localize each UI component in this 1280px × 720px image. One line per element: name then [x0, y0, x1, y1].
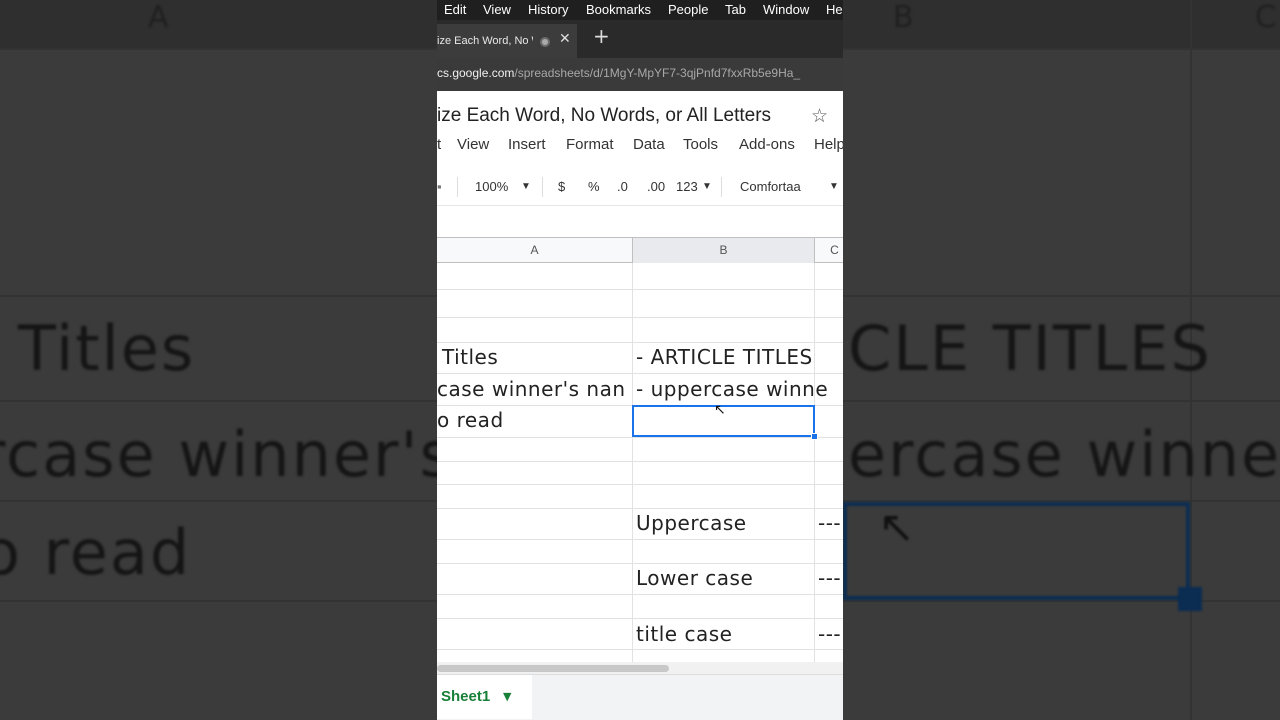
cell-a-winner[interactable]: case winner's nan — [437, 377, 632, 401]
sheet-tab[interactable]: Sheet1 ▼ — [437, 675, 532, 719]
grid-line — [437, 649, 843, 650]
cell-a-read[interactable]: o read — [437, 408, 504, 432]
bg-col-b-label: B — [893, 0, 914, 35]
cell-a-titles[interactable]: Titles — [442, 345, 498, 369]
url-path: /spreadsheets/d/1MgY-MpYF7-3qjPnfd7fxxRb… — [514, 66, 801, 80]
bg-text-article-titles: CLE TITLES — [848, 312, 1212, 385]
toolbar-divider — [721, 177, 722, 197]
recording-dot-icon — [540, 37, 550, 47]
sheet-tab-bar: Sheet1 ▼ — [437, 674, 843, 720]
bg-text-titles: Titles — [18, 312, 196, 385]
formula-bar[interactable] — [437, 205, 843, 237]
grid-line — [437, 342, 843, 343]
tab-title: ize Each Word, No W — [437, 35, 533, 47]
star-icon[interactable]: ☆ — [811, 105, 828, 127]
browser-window: Edit View History Bookmarks People Tab W… — [437, 0, 843, 720]
zoom-select[interactable]: 100% — [475, 179, 508, 194]
grid-line — [437, 539, 843, 540]
doc-menu-bar: t View Insert Format Data Tools Add-ons … — [437, 136, 843, 156]
more-formats-select[interactable]: 123 — [676, 179, 698, 194]
toolbar-divider — [457, 177, 458, 197]
chevron-down-icon[interactable]: ▼ — [702, 181, 712, 192]
doc-menu-insert[interactable]: Insert — [508, 136, 546, 153]
new-tab-icon[interactable]: + — [593, 24, 610, 48]
menu-history[interactable]: History — [528, 2, 568, 17]
percent-format-button[interactable]: % — [588, 179, 600, 194]
cell-b-lowercase[interactable]: Lower case — [636, 566, 753, 590]
os-menu-bar: Edit View History Bookmarks People Tab W… — [437, 0, 843, 20]
doc-menu-addons[interactable]: Add-ons — [739, 136, 795, 153]
fill-handle[interactable] — [811, 433, 818, 440]
menu-window[interactable]: Window — [763, 2, 809, 17]
menu-view[interactable]: View — [483, 2, 511, 17]
grid-line — [437, 373, 843, 374]
column-header-c[interactable]: C — [815, 238, 843, 263]
grid-line — [437, 594, 843, 595]
cell-c-titlecase[interactable]: --- — [818, 622, 841, 646]
grid-line — [437, 563, 843, 564]
doc-menu-help[interactable]: Help — [814, 136, 843, 153]
decrease-decimal-button[interactable]: .0 — [617, 179, 628, 194]
scrollbar-thumb[interactable] — [437, 665, 669, 672]
chevron-down-icon[interactable]: ▼ — [829, 181, 839, 192]
cell-b-titles[interactable]: - ARTICLE TITLES — [636, 345, 813, 369]
menu-edit[interactable]: Edit — [444, 2, 466, 17]
grid-line — [437, 461, 843, 462]
close-tab-icon[interactable]: ✕ — [559, 31, 571, 47]
toolbar-divider — [542, 177, 543, 197]
menu-people[interactable]: People — [668, 2, 708, 17]
chevron-down-icon[interactable]: ▼ — [503, 690, 511, 703]
doc-menu-edit[interactable]: t — [437, 136, 441, 153]
url-text[interactable]: cs.google.com/spreadsheets/d/1MgY-MpYF7-… — [437, 66, 800, 80]
doc-menu-format[interactable]: Format — [566, 136, 614, 153]
paint-format-icon[interactable]: ▪ — [437, 179, 442, 194]
menu-tab[interactable]: Tab — [725, 2, 746, 17]
cell-b-winner[interactable]: - uppercase winne — [636, 377, 828, 401]
column-header-b[interactable]: B — [633, 238, 815, 263]
doc-menu-view[interactable]: View — [457, 136, 489, 153]
grid-line — [437, 508, 843, 509]
cell-c-lowercase[interactable]: --- — [818, 566, 841, 590]
column-headers: A B C — [437, 237, 843, 263]
bg-cursor-icon: ↖ — [878, 502, 915, 553]
doc-menu-data[interactable]: Data — [633, 136, 665, 153]
increase-decimal-button[interactable]: .00 — [647, 179, 665, 194]
grid-line — [437, 289, 843, 290]
sheet-tab-label: Sheet1 — [441, 688, 491, 705]
bg-text-read: o read — [0, 516, 192, 589]
grid-line — [437, 317, 843, 318]
menu-help[interactable]: He — [826, 2, 843, 17]
grid-line — [632, 263, 633, 662]
doc-title[interactable]: ize Each Word, No Words, or All Letters — [437, 105, 771, 127]
bg-text-uppercase: ercase winne — [848, 418, 1280, 491]
address-bar[interactable]: cs.google.com/spreadsheets/d/1MgY-MpYF7-… — [437, 58, 843, 91]
sheets-toolbar: ▪ 100% ▼ $ % .0 .00 123 ▼ Comfortaa ▼ — [437, 169, 843, 205]
browser-tab-bar: ize Each Word, No W ✕ + — [437, 20, 843, 58]
url-host: cs.google.com — [437, 66, 515, 80]
browser-tab[interactable]: ize Each Word, No W ✕ — [437, 24, 577, 58]
cell-b-titlecase[interactable]: title case — [636, 622, 732, 646]
grid-line — [437, 618, 843, 619]
horizontal-scrollbar[interactable] — [437, 662, 843, 674]
bg-col-c-label: C — [1255, 0, 1276, 35]
grid-line — [437, 484, 843, 485]
chevron-down-icon[interactable]: ▼ — [521, 181, 531, 192]
bg-selection-handle — [1178, 587, 1202, 611]
bg-col-a-label: A — [148, 0, 169, 35]
bg-text-winner: rcase winner's — [0, 418, 454, 491]
menu-bookmarks[interactable]: Bookmarks — [586, 2, 651, 17]
doc-menu-tools[interactable]: Tools — [683, 136, 718, 153]
cell-b-uppercase[interactable]: Uppercase — [636, 511, 747, 535]
grid-line — [437, 437, 843, 438]
currency-format-button[interactable]: $ — [558, 179, 565, 194]
font-select[interactable]: Comfortaa — [740, 179, 801, 194]
mouse-cursor-icon: ↖ — [714, 402, 726, 418]
grid-line — [814, 263, 815, 662]
spreadsheet-grid[interactable]: A B C Titles - ARTICLE TITLES case winne… — [437, 237, 843, 662]
cell-c-uppercase[interactable]: --- — [818, 511, 841, 535]
column-header-a[interactable]: A — [437, 238, 633, 263]
